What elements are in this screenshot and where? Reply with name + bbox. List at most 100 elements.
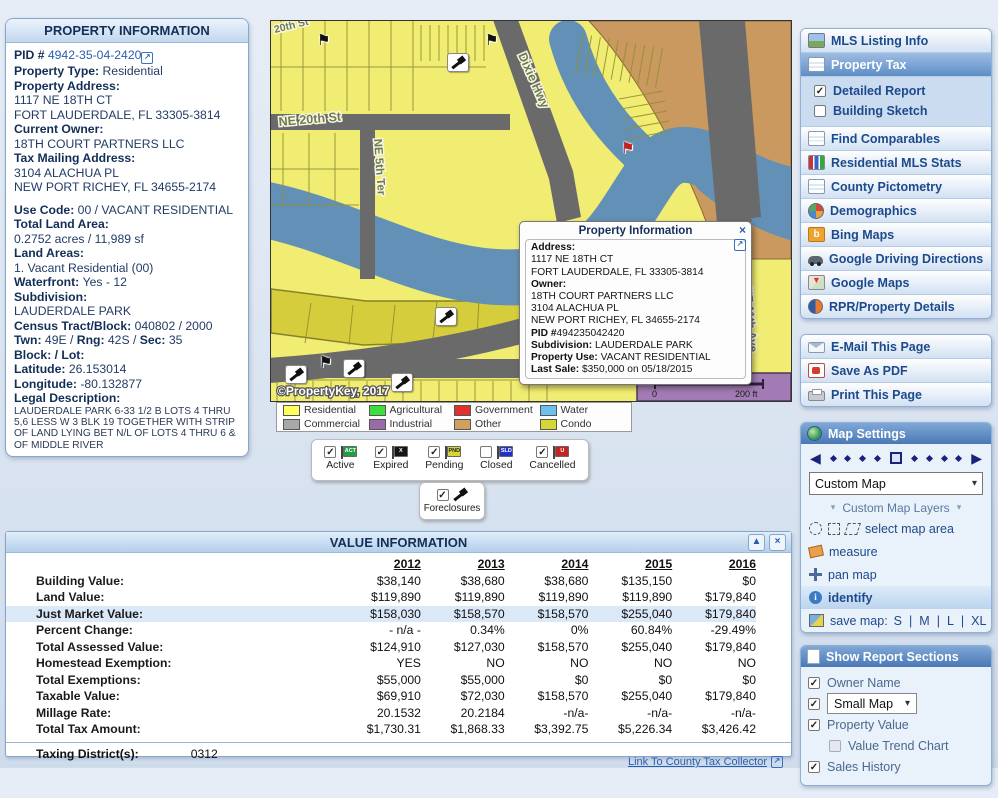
- sidebar-item-property-tax[interactable]: Property Tax: [801, 53, 991, 77]
- pid-link[interactable]: 4942-35-04-2420: [48, 48, 142, 62]
- field-value: 3104 ALACHUA PL: [531, 303, 619, 314]
- save-map-size-l[interactable]: L: [947, 614, 954, 628]
- sidebar-item-find-comparables[interactable]: Find Comparables: [801, 127, 991, 151]
- save-map-size-xl[interactable]: XL: [971, 614, 986, 628]
- gmaps-icon: [808, 275, 825, 290]
- zoom-out-arrow-icon[interactable]: ◀: [810, 451, 821, 465]
- zoom-in-arrow-icon[interactable]: ▶: [971, 451, 982, 465]
- sidebar-item-rpr-property-details[interactable]: RPR/Property Details: [801, 295, 991, 318]
- text-line: Property Use: VACANT RESIDENTIAL: [531, 352, 740, 364]
- expired-flag-marker[interactable]: ⚑: [319, 353, 332, 372]
- save-map-size-m[interactable]: M: [919, 614, 929, 628]
- action-e-mail-this-page[interactable]: E-Mail This Page: [801, 335, 991, 359]
- foreclosure-marker[interactable]: [391, 373, 413, 392]
- report-section-small-map[interactable]: Small Map▾: [808, 693, 984, 714]
- value-cell: $158,570: [505, 689, 589, 703]
- expired-checkbox[interactable]: [375, 446, 387, 458]
- section-checkbox[interactable]: [808, 677, 820, 689]
- cancelled-flag-marker[interactable]: ⚑: [621, 139, 634, 158]
- expired-flag-marker[interactable]: ⚑: [485, 31, 498, 50]
- collapse-panel-icon[interactable]: ▲: [748, 534, 765, 551]
- foreclosures-checkbox[interactable]: [437, 489, 449, 501]
- zoom-level-dot[interactable]: [955, 454, 962, 461]
- zoom-level-dot[interactable]: [926, 454, 933, 461]
- sidebar-item-google-maps[interactable]: Google Maps: [801, 271, 991, 295]
- sidebar-item-mls-listing-info[interactable]: MLS Listing Info: [801, 29, 991, 53]
- tool-select[interactable]: select map area: [801, 517, 991, 540]
- report-section-owner-name[interactable]: Owner Name: [808, 672, 984, 693]
- sidebar-item-county-pictometry[interactable]: County Pictometry: [801, 175, 991, 199]
- action-print-this-page[interactable]: Print This Page: [801, 383, 991, 406]
- closed-checkbox[interactable]: [480, 446, 492, 458]
- text-line: 0.2752 acres / 11,989 sf: [14, 232, 240, 247]
- save-map-size-s[interactable]: S: [894, 614, 902, 628]
- status-filter-active[interactable]: ACTActive: [324, 444, 356, 480]
- small-map-dropdown[interactable]: Small Map▾: [827, 693, 917, 714]
- sidebar-item-google-driving-directions[interactable]: Google Driving Directions: [801, 247, 991, 271]
- circle-select-icon[interactable]: [809, 522, 822, 535]
- zoom-level-dot[interactable]: [874, 454, 881, 461]
- action-save-as-pdf[interactable]: Save As PDF: [801, 359, 991, 383]
- gavel-icon: [452, 488, 468, 501]
- sidebar-item-demographics[interactable]: Demographics: [801, 199, 991, 223]
- section-checkbox[interactable]: [808, 761, 820, 773]
- external-link-icon[interactable]: ↗: [734, 239, 746, 251]
- foreclosure-marker[interactable]: [435, 307, 457, 326]
- external-link-icon[interactable]: ↗: [141, 52, 153, 64]
- zoom-level-dot[interactable]: [911, 454, 918, 461]
- sidebar-item-bing-maps[interactable]: bBing Maps: [801, 223, 991, 247]
- legend-swatch: [454, 405, 471, 416]
- zoom-level-dot[interactable]: [844, 454, 851, 461]
- foreclosure-marker[interactable]: [447, 53, 469, 72]
- foreclosures-filter[interactable]: Foreclosures: [419, 482, 485, 520]
- field-label: Legal Description:: [14, 391, 120, 405]
- lasso-select-icon[interactable]: [844, 523, 861, 535]
- sidebar-subitem-building-sketch[interactable]: Building Sketch: [814, 101, 991, 121]
- text-line: NEW PORT RICHEY, FL 34655-2174: [531, 315, 740, 327]
- table-row: Total Exemptions:$55,000$55,000$0$0$0: [6, 672, 756, 689]
- foreclosure-marker[interactable]: [343, 359, 365, 378]
- expired-flag-marker[interactable]: ⚑: [317, 31, 330, 50]
- foreclosure-marker[interactable]: [285, 365, 307, 384]
- map-type-dropdown[interactable]: Custom Map ▾: [809, 472, 983, 495]
- tool-save[interactable]: save map:S|M|L|XL: [801, 609, 991, 632]
- zoom-level-dot[interactable]: [859, 454, 866, 461]
- taxing-district-value: 0312: [191, 747, 218, 761]
- tool-identify[interactable]: iidentify: [801, 586, 991, 609]
- legend-item: Government: [454, 404, 540, 416]
- zoom-level-dot[interactable]: [940, 454, 947, 461]
- status-filter-pending[interactable]: PNDPending: [425, 444, 463, 480]
- sidebar-item-residential-mls-stats[interactable]: Residential MLS Stats: [801, 151, 991, 175]
- section-checkbox[interactable]: [808, 698, 820, 710]
- county-tax-collector-link[interactable]: Link To County Tax Collector ↗: [628, 756, 783, 768]
- detailed-report-checkbox[interactable]: [814, 85, 826, 97]
- zoom-level-dot[interactable]: [830, 454, 837, 461]
- close-panel-icon[interactable]: ×: [769, 534, 786, 551]
- pending-checkbox[interactable]: [428, 446, 440, 458]
- report-section-sales-history[interactable]: Sales History: [808, 756, 984, 777]
- parcel-map[interactable]: 0 200 ft NE 20th St NE 5th Ter Dixie Hwy…: [270, 20, 792, 402]
- status-filter-closed[interactable]: SLDClosed: [480, 444, 512, 480]
- close-icon[interactable]: ×: [739, 224, 746, 236]
- report-section-property-value[interactable]: Property Value: [808, 714, 984, 735]
- status-filter-expired[interactable]: XExpired: [373, 444, 408, 480]
- tool-pan[interactable]: pan map: [801, 563, 991, 586]
- sidebar-subitem-detailed-report[interactable]: Detailed Report: [814, 81, 991, 101]
- cancelled-checkbox[interactable]: [536, 446, 548, 458]
- text-line: Property Type: Residential: [14, 64, 240, 79]
- active-checkbox[interactable]: [324, 446, 336, 458]
- field-label: Census Tract/Block:: [14, 319, 135, 333]
- report-section-value-trend-chart[interactable]: Value Trend Chart: [808, 735, 984, 756]
- year-header: 2012: [337, 557, 421, 571]
- section-checkbox[interactable]: [829, 740, 841, 752]
- value-cell: $38,680: [505, 574, 589, 588]
- tool-measure[interactable]: measure: [801, 540, 991, 563]
- building-sketch-checkbox[interactable]: [814, 105, 826, 117]
- section-checkbox[interactable]: [808, 719, 820, 731]
- rect-select-icon[interactable]: [828, 523, 840, 535]
- status-filter-cancelled[interactable]: UCancelled: [529, 444, 575, 480]
- zoom-slider-handle[interactable]: [890, 452, 902, 464]
- field-label: Rng:: [77, 333, 108, 347]
- sidebar-item-label: MLS Listing Info: [831, 34, 928, 48]
- custom-map-layers-toggle[interactable]: ▾ Custom Map Layers ▾: [801, 498, 991, 517]
